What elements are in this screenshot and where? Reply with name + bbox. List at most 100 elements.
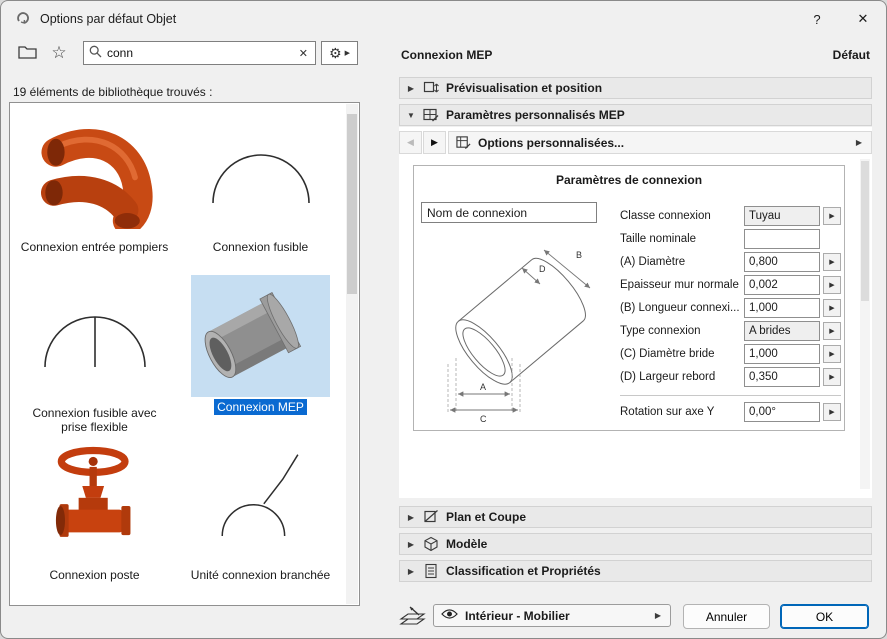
param-row: Classe connexion Tuyau ▶ <box>620 206 841 227</box>
chevron-right-icon: ▶ <box>829 304 834 312</box>
chevron-left-icon: ◀ <box>407 137 414 148</box>
chevron-right-icon: ▶ <box>431 137 438 148</box>
library-item[interactable]: Connexion fusible avec prise flexible <box>12 275 177 434</box>
section-mep-params[interactable]: ▼ Paramètres personnalisés MEP <box>399 104 872 126</box>
parameters-scrollbar[interactable] <box>860 159 870 489</box>
clear-search-icon[interactable]: ✕ <box>297 47 310 60</box>
search-box: ✕ <box>83 41 316 65</box>
preview-position-icon <box>423 80 439 96</box>
layer-selector[interactable]: Intérieur - Mobilier ▶ <box>433 604 671 627</box>
custom-options-button[interactable]: Options personnalisées... ▶ <box>448 131 872 154</box>
connection-name-field[interactable]: Nom de connexion <box>421 202 597 223</box>
param-value-field[interactable]: 0,800 <box>744 252 820 272</box>
library-item-selected[interactable]: Connexion MEP <box>178 271 343 414</box>
favorites-button[interactable]: ☆ <box>45 41 73 65</box>
object-icon <box>15 10 31 29</box>
param-popup-button[interactable]: ▶ <box>823 345 841 363</box>
section-modele[interactable]: ▶ Modèle <box>399 533 872 555</box>
param-popup-button[interactable]: ▶ <box>823 207 841 225</box>
chevron-right-icon: ▶ <box>829 281 834 289</box>
window-title: Options par défaut Objet <box>40 12 176 26</box>
param-label: (A) Diamètre <box>620 256 744 268</box>
param-value-field[interactable]: 0,350 <box>744 367 820 387</box>
item-thumbnail-red-elbow <box>12 109 177 237</box>
chevron-right-icon: ▶ <box>829 327 834 335</box>
section-label: Paramètres personnalisés MEP <box>446 108 625 122</box>
section-label: Plan et Coupe <box>446 510 526 524</box>
library-scrollbar[interactable] <box>346 104 358 604</box>
folder-view-button[interactable] <box>13 41 41 65</box>
param-popup-button[interactable]: ▶ <box>823 276 841 294</box>
param-popup-button[interactable]: ▶ <box>823 368 841 386</box>
library-list: Connexion entrée pompiers Connexion fusi… <box>9 102 360 606</box>
param-value-field[interactable]: 1,000 <box>744 298 820 318</box>
chevron-right-icon: ▶ <box>406 84 416 93</box>
custom-options-icon <box>456 135 471 150</box>
divider <box>620 395 841 396</box>
param-popup-button[interactable]: ▶ <box>823 322 841 340</box>
chevron-right-icon: ▶ <box>829 350 834 358</box>
model-cube-icon <box>423 536 439 552</box>
param-value-dropdown[interactable]: A brides <box>744 321 820 341</box>
param-label: (D) Largeur rebord <box>620 371 744 383</box>
chevron-right-icon: ▶ <box>829 212 834 220</box>
cancel-button[interactable]: Annuler <box>683 604 770 629</box>
section-plan-coupe[interactable]: ▶ Plan et Coupe <box>399 506 872 528</box>
chevron-down-icon: ▼ <box>406 111 416 120</box>
section-preview[interactable]: ▶ Prévisualisation et position <box>399 77 872 99</box>
param-value-dropdown[interactable]: Tuyau <box>744 206 820 226</box>
custom-options-label: Options personnalisées... <box>478 136 624 150</box>
help-button[interactable]: ? <box>794 1 840 37</box>
plan-section-icon <box>423 509 439 525</box>
param-label: Type connexion <box>620 325 744 337</box>
search-icon <box>89 45 102 61</box>
param-value-field[interactable]: 1,000 <box>744 344 820 364</box>
library-item[interactable]: Connexion fusible <box>178 109 343 254</box>
next-page-button[interactable]: ▶ <box>423 131 446 154</box>
param-label: (C) Diamètre bride <box>620 348 744 360</box>
search-input[interactable] <box>107 46 292 60</box>
param-popup-button[interactable]: ▶ <box>823 253 841 271</box>
item-thumbnail-gray-pipe <box>191 275 330 397</box>
item-thumbnail-arc-line <box>12 275 177 403</box>
item-label: Connexion fusible <box>213 240 308 254</box>
chevron-right-icon: ▶ <box>406 567 416 576</box>
rotation-label: Rotation sur axe Y <box>620 406 744 418</box>
library-item[interactable]: Unité connexion branchée <box>178 437 343 582</box>
rotation-value-field[interactable]: 0,00° <box>744 402 820 422</box>
chevron-right-icon: ▶ <box>829 258 834 266</box>
scrollbar-thumb[interactable] <box>861 161 869 301</box>
param-value-field[interactable]: 0,002 <box>744 275 820 295</box>
param-label: (B) Longueur connexi... <box>620 302 744 314</box>
close-button[interactable]: ✕ <box>840 1 886 37</box>
param-popup-button[interactable]: ▶ <box>823 403 841 421</box>
section-label: Prévisualisation et position <box>446 81 602 95</box>
param-popup-button[interactable]: ▶ <box>823 299 841 317</box>
item-label: Connexion fusible avec prise flexible <box>32 406 156 434</box>
param-row: Épaisseur mur normale 0,002 ▶ <box>620 275 841 296</box>
param-label: Épaisseur mur normale <box>620 279 744 291</box>
star-icon: ☆ <box>51 43 66 63</box>
dim-label-c: C <box>480 414 487 424</box>
results-count-text: 19 éléments de bibliothèque trouvés : <box>13 85 212 99</box>
item-thumbnail-red-valve <box>12 437 177 565</box>
item-thumbnail-branch-lines <box>178 437 343 565</box>
search-settings-button[interactable]: ⚙ ▶ <box>321 41 358 65</box>
dim-label-d: D <box>539 264 546 274</box>
item-label: Connexion poste <box>49 568 139 582</box>
section-label: Modèle <box>446 537 487 551</box>
section-classification[interactable]: ▶ Classification et Propriétés <box>399 560 872 582</box>
scrollbar-thumb[interactable] <box>347 114 357 294</box>
library-item[interactable]: Connexion entrée pompiers <box>12 109 177 254</box>
ok-button[interactable]: OK <box>780 604 869 629</box>
layer-settings-button[interactable] <box>397 605 429 629</box>
previous-page-button[interactable]: ◀ <box>399 131 422 154</box>
object-settings-dialog: Options par défaut Objet ? ✕ ☆ ✕ ⚙ ▶ 19 … <box>0 0 887 639</box>
param-row: Taille nominale <box>620 229 841 250</box>
library-item[interactable]: Connexion poste <box>12 437 177 582</box>
selected-object-title: Connexion MEP <box>401 48 492 62</box>
gear-icon: ⚙ <box>329 45 342 62</box>
dimension-diagram: A B C D <box>426 228 618 424</box>
param-value-field[interactable] <box>744 229 820 249</box>
layers-icon <box>398 605 428 630</box>
